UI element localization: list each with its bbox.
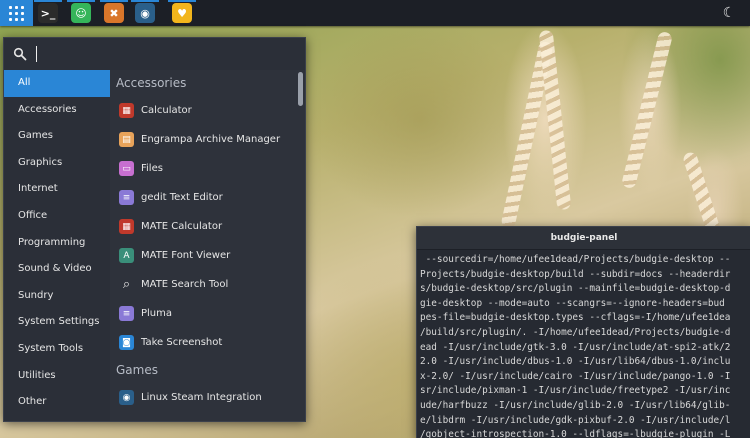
app-item-label: Take Screenshot: [141, 337, 223, 348]
terminal-line: gie-desktop --mode=auto --scangrs=--igno…: [420, 297, 725, 309]
category-utilities[interactable]: Utilities: [4, 363, 110, 390]
category-graphics[interactable]: Graphics: [4, 150, 110, 177]
terminal-line: sr/include/pixman-1 -I/usr/include/freet…: [420, 385, 731, 397]
wallpaper-wheat-stalk: [620, 30, 674, 190]
category-system-settings[interactable]: System Settings: [4, 309, 110, 336]
category-list: All Accessories Games Graphics Internet Offic…: [4, 70, 110, 421]
steam-icon: ◉: [119, 390, 134, 405]
app-item[interactable]: ⌕ MATE Search Tool: [110, 270, 296, 299]
app-item[interactable]: ◉ Linux Steam Integration: [110, 383, 296, 412]
text-editor-icon: ≡: [119, 190, 134, 205]
app-menu-button[interactable]: [0, 0, 33, 26]
app-item[interactable]: ▭ Files: [110, 154, 296, 183]
search-tool-icon: ⌕: [122, 277, 131, 292]
calculator-icon: ▦: [119, 219, 134, 234]
wallpaper-wheat-stalk: [538, 29, 572, 211]
app-item-label: MATE Font Viewer: [141, 250, 231, 261]
app-item[interactable]: ◙ Take Screenshot: [110, 328, 296, 357]
category-system-tools[interactable]: System Tools: [4, 336, 110, 363]
task-active-indicator: [131, 0, 159, 2]
section-title: Games: [116, 363, 158, 377]
folder-icon: ▭: [119, 161, 134, 176]
task-emoji-icon[interactable]: ♥: [172, 3, 192, 23]
terminal-line: e/libdrm -I/usr/include/gdk-pixbuf-2.0 -…: [420, 414, 731, 426]
app-item[interactable]: ≡ gedit Text Editor: [110, 183, 296, 212]
app-item-label: gedit Text Editor: [141, 192, 223, 203]
terminal-line: /build/src/plugin/. -I/home/ufee1dead/Pr…: [420, 326, 731, 338]
category-all[interactable]: All: [4, 70, 110, 97]
terminal-output[interactable]: --sourcedir=/home/ufee1dead/Projects/bud…: [417, 250, 750, 438]
category-sundry[interactable]: Sundry: [4, 283, 110, 310]
text-caret: [36, 46, 37, 62]
terminal-line: s/budgie-desktop/src/plugin --mainfile=b…: [420, 283, 731, 295]
category-office[interactable]: Office: [4, 203, 110, 230]
terminal-window: budgie-panel --sourcedir=/home/ufee1dead…: [416, 226, 750, 438]
category-programming[interactable]: Programming: [4, 230, 110, 257]
category-accessories[interactable]: Accessories: [4, 97, 110, 124]
app-item[interactable]: ≡ Pluma: [110, 299, 296, 328]
night-light-icon[interactable]: ☾: [720, 4, 738, 22]
category-internet[interactable]: Internet: [4, 176, 110, 203]
app-list-scrollbar[interactable]: [296, 70, 305, 421]
task-terminal-icon[interactable]: >_: [38, 3, 58, 23]
app-item-label: Engrampa Archive Manager: [141, 134, 281, 145]
application-list: Accessories ▦ Calculator ▤ Engrampa Archive …: [110, 70, 296, 421]
terminal-line: ude/harfbuzz -I/usr/include/glib-2.0 -I/…: [420, 399, 731, 411]
app-item[interactable]: A MATE Font Viewer: [110, 241, 296, 270]
app-item-label: Calculator: [141, 105, 192, 116]
menu-search-bar: [4, 38, 305, 70]
scrollbar-thumb[interactable]: [298, 72, 303, 106]
archive-icon: ▤: [119, 132, 134, 147]
category-games[interactable]: Games: [4, 123, 110, 150]
category-sound-video[interactable]: Sound & Video: [4, 256, 110, 283]
app-menu-window: All Accessories Games Graphics Internet Offic…: [3, 37, 306, 422]
task-active-indicator: [168, 0, 196, 2]
camera-icon: ◙: [119, 335, 134, 350]
top-panel: >_ ☺ ✖ ◉ ♥ ☾: [0, 0, 750, 26]
app-item-label: MATE Calculator: [141, 221, 223, 232]
calculator-icon: ▦: [119, 103, 134, 118]
search-input[interactable]: [34, 43, 298, 67]
terminal-line: ead -I/usr/include/gtk-3.0 -I/usr/includ…: [420, 341, 731, 353]
terminal-line: --sourcedir=/home/ufee1dead/Projects/bud…: [420, 254, 731, 265]
font-viewer-icon: A: [119, 248, 134, 263]
app-item-label: MATE Search Tool: [141, 279, 229, 290]
task-active-indicator: [67, 0, 95, 2]
app-grid-icon: [9, 5, 24, 21]
app-item-label: Linux Steam Integration: [141, 392, 262, 403]
app-item[interactable]: ▦ Calculator: [110, 96, 296, 125]
search-icon: [13, 47, 27, 61]
task-active-indicator: [34, 0, 62, 2]
task-game-icon[interactable]: ✖: [104, 3, 124, 23]
terminal-line: x-2.0/ -I/usr/include/cairo -I/usr/inclu…: [420, 370, 731, 382]
category-other[interactable]: Other: [4, 389, 110, 416]
task-chat-icon[interactable]: ☺: [71, 3, 91, 23]
task-active-indicator: [100, 0, 128, 2]
app-item-label: Pluma: [141, 308, 173, 319]
app-item[interactable]: ▦ MATE Calculator: [110, 212, 296, 241]
terminal-line: /gobject-introspection-1.0 --ldflags=-lb…: [420, 429, 731, 438]
terminal-line: Projects/budgie-desktop/build --subdir=d…: [420, 268, 731, 280]
app-item-label: Files: [141, 163, 163, 174]
text-editor-icon: ≡: [119, 306, 134, 321]
app-item[interactable]: ▤ Engrampa Archive Manager: [110, 125, 296, 154]
terminal-line: pes-file=budgie-desktop.types --cflags=-…: [420, 312, 731, 324]
task-steam-icon[interactable]: ◉: [135, 3, 155, 23]
section-title: Accessories: [116, 76, 187, 90]
window-title: budgie-panel: [417, 227, 750, 250]
terminal-line: 2.0 -I/usr/include/dbus-1.0 -I/usr/lib64…: [420, 356, 731, 368]
